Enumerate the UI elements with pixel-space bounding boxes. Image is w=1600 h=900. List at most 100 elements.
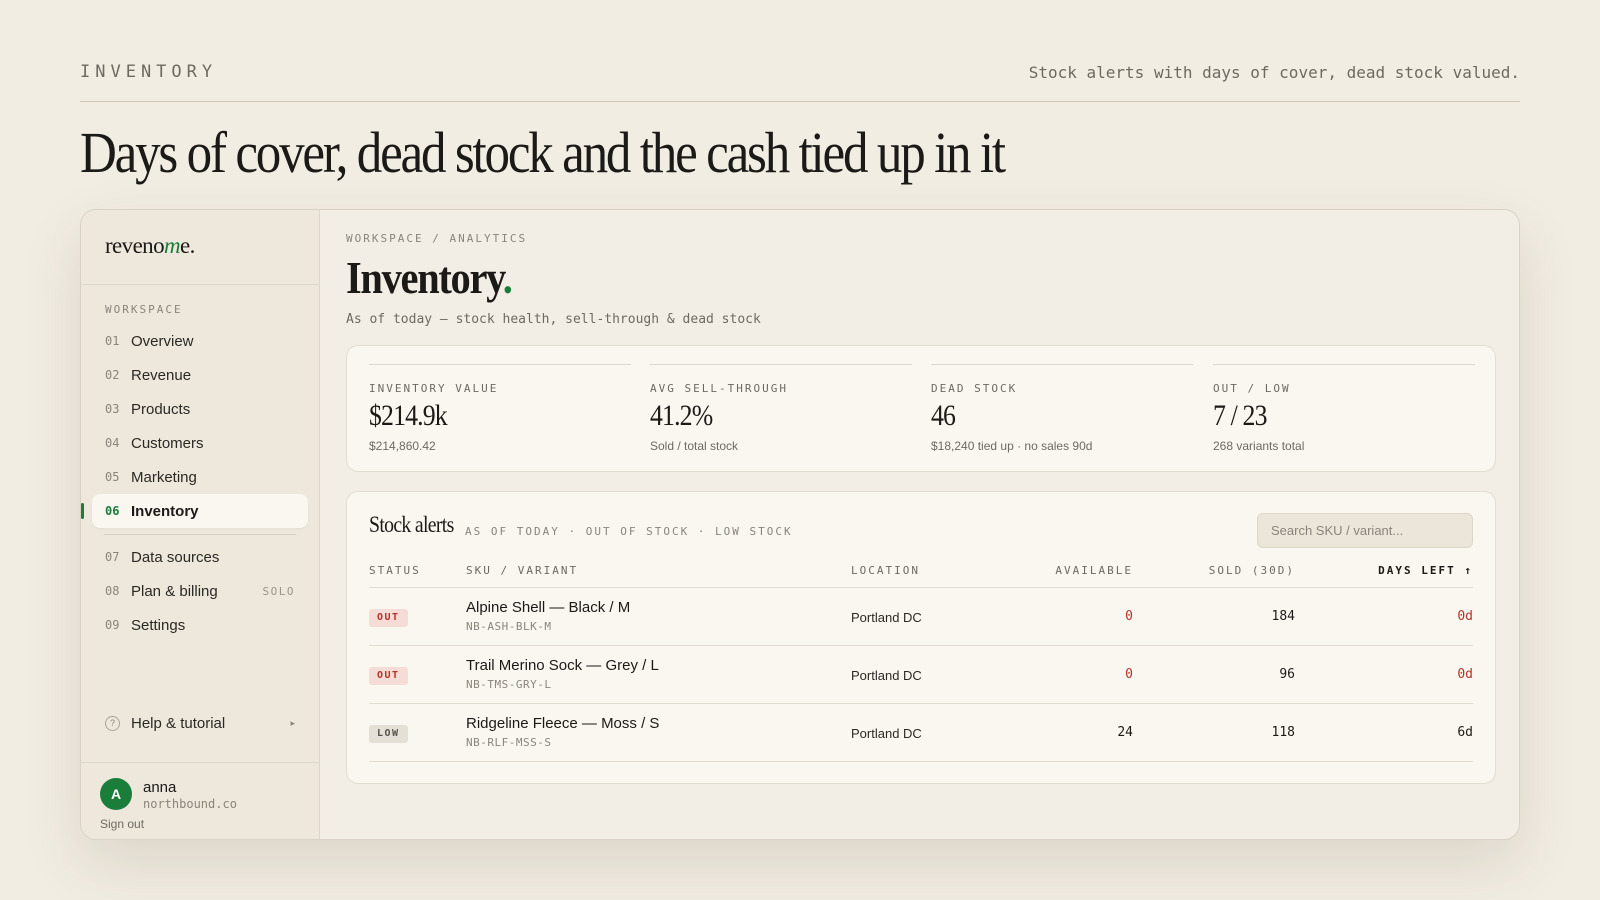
sidebar-item-number: 05 (105, 470, 120, 484)
sign-out-link[interactable]: Sign out (100, 817, 144, 831)
table-header: STATUS SKU / VARIANT LOCATION AVAILABLE … (369, 554, 1473, 588)
sku-name: Alpine Shell — Black / M (466, 599, 631, 616)
sidebar-divider (104, 534, 296, 535)
sidebar-item-inventory[interactable]: 06 Inventory (81, 494, 308, 528)
main-content: WORKSPACE / ANALYTICS Inventory. As of t… (320, 210, 1519, 839)
location: Portland DC (851, 726, 922, 741)
days-left: 0d (1457, 609, 1473, 624)
col-sku-variant[interactable]: SKU / VARIANT (466, 564, 578, 577)
stock-alerts-meta: AS OF TODAY · OUT OF STOCK · LOW STOCK (465, 525, 793, 538)
user-panel: A anna northbound.co Sign out (81, 762, 319, 839)
logo-area: revenome. (81, 210, 319, 285)
sidebar-item-label: Plan & billing (131, 582, 218, 600)
kpi-label: DEAD STOCK (931, 382, 1018, 395)
location: Portland DC (851, 610, 922, 625)
days-left: 0d (1457, 667, 1473, 682)
help-tutorial-link[interactable]: ? Help & tutorial ▸ (92, 707, 308, 739)
sidebar-item-label: Data sources (131, 548, 220, 566)
sidebar-item-label: Customers (131, 434, 204, 452)
kpi-subtext: $18,240 tied up · no sales 90d (931, 439, 1093, 453)
sidebar-item-label: Settings (131, 616, 186, 634)
sidebar-item-label: Products (131, 400, 191, 418)
kpi-avg-sell-through: AVG SELL-THROUGH 41.2% Sold / total stoc… (650, 364, 912, 456)
stock-alerts-card: Stock alerts AS OF TODAY · OUT OF STOCK … (346, 491, 1496, 784)
table-row[interactable]: LOW Ridgeline Fleece — Moss / S NB-RLF-M… (369, 704, 1473, 762)
sidebar-item-overview[interactable]: 01 Overview (92, 324, 308, 358)
sidebar-nav: 01 Overview 02 Revenue 03 Products 04 Cu… (81, 324, 308, 642)
table-row[interactable]: OUT Trail Merino Sock — Grey / L NB-TMS-… (369, 646, 1473, 704)
sold-30d: 96 (1279, 667, 1295, 682)
sidebar-item-label: Inventory (131, 502, 199, 520)
sku-code: NB-TMS-GRY-L (466, 678, 552, 691)
sidebar-item-number: 01 (105, 334, 120, 348)
sidebar: revenome. WORKSPACE 01 Overview 02 Reven… (81, 210, 320, 839)
page-title-dot: . (502, 252, 513, 303)
table-row[interactable]: OUT Alpine Shell — Black / M NB-ASH-BLK-… (369, 588, 1473, 646)
kpi-subtext: 268 variants total (1213, 439, 1305, 453)
status-badge: OUT (369, 667, 408, 685)
sidebar-item-number: 02 (105, 368, 120, 382)
user-name: anna (143, 779, 177, 796)
location: Portland DC (851, 668, 922, 683)
kpi-value: $214.9k (369, 399, 448, 432)
col-available[interactable]: AVAILABLE (1055, 564, 1133, 577)
user-org: northbound.co (143, 797, 237, 811)
sidebar-item-label: Marketing (131, 468, 197, 486)
status-badge: LOW (369, 725, 408, 743)
logo[interactable]: revenome. (105, 233, 195, 259)
page-title: Inventory. (346, 250, 513, 306)
sku-name: Trail Merino Sock — Grey / L (466, 657, 659, 674)
sidebar-item-number: 03 (105, 402, 120, 416)
col-status[interactable]: STATUS (369, 564, 421, 577)
chevron-right-icon: ▸ (290, 717, 295, 728)
kpi-out-low: OUT / LOW 7 / 23 268 variants total (1213, 364, 1475, 456)
kpi-value: 41.2% (650, 399, 713, 432)
kpi-subtext: $214,860.42 (369, 439, 436, 453)
kpi-label: OUT / LOW (1213, 382, 1291, 395)
days-left: 6d (1457, 725, 1473, 740)
sidebar-item-label: Overview (131, 332, 194, 350)
sidebar-item-data-sources[interactable]: 07 Data sources (92, 540, 308, 574)
kpi-dead-stock: DEAD STOCK 46 $18,240 tied up · no sales… (931, 364, 1193, 456)
sidebar-item-products[interactable]: 03 Products (92, 392, 308, 426)
kpi-inventory-value: INVENTORY VALUE $214.9k $214,860.42 (369, 364, 631, 456)
avatar[interactable]: A (100, 778, 132, 810)
sidebar-item-revenue[interactable]: 02 Revenue (92, 358, 308, 392)
help-label: Help & tutorial (131, 714, 226, 732)
kpi-label: INVENTORY VALUE (369, 382, 499, 395)
kpi-card: INVENTORY VALUE $214.9k $214,860.42 AVG … (346, 345, 1496, 472)
sidebar-item-label: Revenue (131, 366, 192, 384)
kpi-label: AVG SELL-THROUGH (650, 382, 788, 395)
page-headline: Days of cover, dead stock and the cash t… (80, 120, 1006, 185)
sku-name: Ridgeline Fleece — Moss / S (466, 715, 660, 732)
available-qty: 0 (1125, 609, 1133, 624)
col-sold-30d[interactable]: SOLD (30D) (1209, 564, 1295, 577)
sku-search-input[interactable] (1257, 513, 1473, 548)
page-eyebrow: INVENTORY (80, 62, 218, 82)
page-subtitle: As of today — stock health, sell-through… (346, 312, 761, 327)
sidebar-section-label: WORKSPACE (105, 303, 183, 316)
sidebar-item-customers[interactable]: 04 Customers (92, 426, 308, 460)
sidebar-item-plan-billing[interactable]: 08 Plan & billing SOLO (92, 574, 308, 608)
page-header: INVENTORY Stock alerts with days of cove… (80, 60, 1520, 102)
app-window: revenome. WORKSPACE 01 Overview 02 Reven… (80, 209, 1520, 840)
col-days-left[interactable]: DAYS LEFT ↑ (1378, 564, 1473, 577)
page-tagline: Stock alerts with days of cover, dead st… (1028, 63, 1520, 82)
sidebar-item-settings[interactable]: 09 Settings (92, 608, 308, 642)
page-title-text: Inventory (346, 252, 504, 303)
sku-code: NB-RLF-MSS-S (466, 736, 552, 749)
col-location[interactable]: LOCATION (851, 564, 920, 577)
sidebar-item-number: 06 (105, 504, 120, 518)
kpi-subtext: Sold / total stock (650, 439, 739, 453)
sidebar-item-number: 04 (105, 436, 120, 450)
sidebar-item-number: 08 (105, 584, 120, 598)
sidebar-item-marketing[interactable]: 05 Marketing (92, 460, 308, 494)
sold-30d: 184 (1271, 609, 1295, 624)
help-circle-icon: ? (105, 715, 120, 731)
sidebar-item-number: 07 (105, 550, 120, 564)
kpi-value: 7 / 23 (1213, 399, 1267, 432)
stock-alerts-title: Stock alerts (369, 512, 454, 537)
breadcrumb: WORKSPACE / ANALYTICS (346, 232, 528, 245)
kpi-value: 46 (931, 399, 956, 432)
available-qty: 24 (1117, 725, 1133, 740)
